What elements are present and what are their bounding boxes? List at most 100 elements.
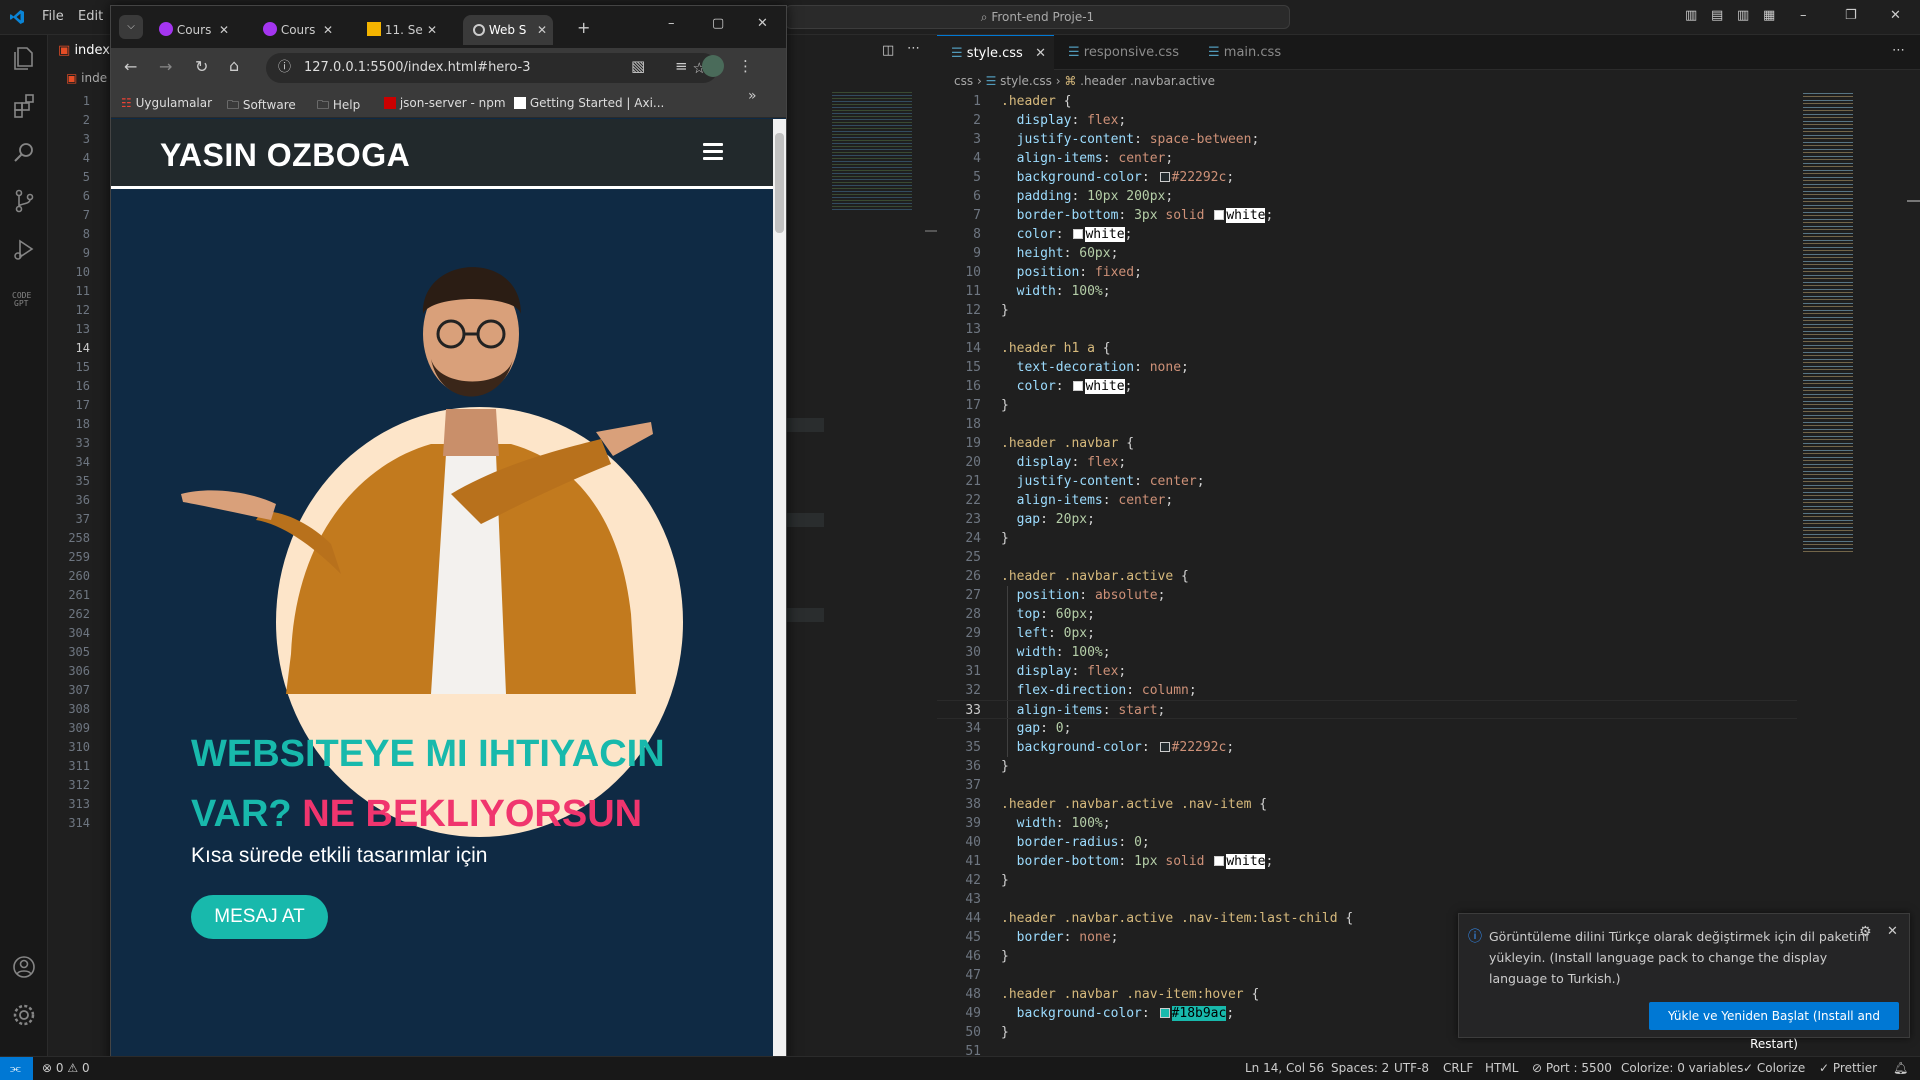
right-editor-minimap[interactable] [1797,92,1920,1056]
notification-settings-gear-icon[interactable]: ⚙ [1859,924,1872,940]
reading-list-icon[interactable]: ≡ [675,57,688,75]
settings-gear-icon[interactable] [10,1001,38,1029]
toggle-panel-icon[interactable]: ▤ [1711,8,1723,23]
hamburger-menu-icon[interactable] [703,143,723,161]
left-editor-tab[interactable]: ▣ index [58,43,110,58]
tab-close-icon[interactable]: ✕ [323,15,333,45]
reload-icon[interactable]: ↻ [195,57,208,76]
line-number: 308 [68,702,90,716]
color-swatch[interactable] [1073,229,1084,239]
site-info-icon[interactable]: ⓘ [278,53,291,83]
home-icon[interactable]: ⌂ [229,56,239,75]
language-mode[interactable]: HTML [1485,1057,1518,1079]
browser-tab-1[interactable]: Cours ✕ [149,15,235,45]
tab-close-icon[interactable]: ✕ [1035,36,1046,71]
tab-label: main.css [1223,45,1282,60]
search-icon[interactable] [10,139,38,167]
extensions-puzzle-icon[interactable]: ▧ [631,57,645,75]
color-swatch[interactable] [1159,172,1170,182]
more-actions-icon[interactable]: ⋯ [907,41,920,56]
problems-indicator[interactable]: ⊗ 0 ⚠ 0 [42,1057,90,1079]
new-tab-icon[interactable]: + [577,18,590,37]
colorize-variables[interactable]: Colorize: 0 variables [1621,1057,1743,1079]
site-logo[interactable]: YASIN OZBOGA [160,137,410,174]
codegpt-icon[interactable]: CODEGPT [10,283,38,311]
browser-tab-2[interactable]: Cours ✕ [253,15,339,45]
back-icon[interactable]: ← [124,57,137,76]
message-button[interactable]: MESAJ AT [191,895,328,939]
minimize-icon[interactable]: – [668,16,675,31]
tab-responsive-css[interactable]: ☰ responsive.css [1054,35,1194,70]
minimize-icon[interactable]: – [1800,8,1807,23]
bookmark-help[interactable]: 🗀 Help [317,96,360,117]
close-icon[interactable]: ✕ [1890,8,1901,23]
tab-search-chevron-icon[interactable]: ⌵ [119,15,143,39]
close-icon[interactable]: ✕ [757,16,768,31]
explorer-icon[interactable] [10,43,38,71]
line-number: 16 [75,379,90,393]
menu-edit[interactable]: Edit [78,9,103,24]
profile-avatar[interactable] [702,55,724,77]
color-swatch[interactable] [1159,1008,1170,1018]
indentation[interactable]: Spaces: 2 [1331,1057,1389,1079]
restore-icon[interactable]: ❐ [1845,8,1857,23]
install-restart-button[interactable]: Yükle ve Yeniden Başlat (Install and Res… [1649,1002,1899,1051]
breadcrumb-file[interactable]: style.css [1000,74,1052,88]
maximize-icon[interactable]: ▢ [712,16,724,31]
breadcrumb-symbol[interactable]: .header .navbar.active [1080,74,1215,88]
tab-main-css[interactable]: ☰ main.css [1194,35,1304,70]
menu-kebab-icon[interactable]: ⋮ [738,57,753,75]
code-line: 8 color: white; [973,227,1133,242]
prettier-status[interactable]: ✓ Prettier [1819,1057,1877,1079]
split-editor-icon[interactable]: ◫ [882,43,894,58]
line-number: 304 [68,626,90,640]
notifications-bell-icon[interactable]: 🔔︎ [1893,1057,1908,1079]
command-center-label: Front-end Proje-1 [991,10,1095,24]
tab-close-icon[interactable]: ✕ [537,15,547,45]
webpage-viewport: YASIN OZBOGA WEBSITEYE MI IHTIYACIN VAR? [111,119,773,1076]
line-ending[interactable]: CRLF [1443,1057,1473,1079]
command-center[interactable]: ⌕ Front-end Proje-1 [785,5,1290,29]
more-actions-icon[interactable]: ⋯ [1892,43,1905,58]
encoding[interactable]: UTF-8 [1394,1057,1429,1079]
bookmark-axios[interactable]: Getting Started | Axi... [514,96,664,110]
tab-style-css[interactable]: ☰ style.css ✕ [937,35,1054,70]
browser-tab-3[interactable]: 11. Se ✕ [357,15,443,45]
breadcrumb-folder[interactable]: css [954,74,973,88]
color-swatch[interactable] [1214,856,1225,866]
scroll-indicator [1907,200,1920,202]
left-editor-breadcrumb[interactable]: ▣ inde [66,71,107,85]
source-control-icon[interactable] [10,187,38,215]
check-icon: ✓ [1743,1061,1754,1075]
run-debug-icon[interactable] [10,235,38,263]
remote-indicator[interactable]: ⫘ [0,1057,33,1080]
extensions-icon[interactable] [10,91,38,119]
toggle-secondary-sidebar-icon[interactable]: ▥ [1737,8,1749,23]
browser-tab-strip: ⌵ Cours ✕ Cours ✕ 11. Se ✕ Web S ✕ + – ▢… [111,6,786,48]
accounts-icon[interactable] [10,953,38,981]
forward-icon[interactable]: → [159,57,172,76]
customize-layout-icon[interactable]: ▦ [1763,8,1775,23]
live-server-port[interactable]: ⊘ Port : 5500 [1532,1057,1612,1079]
page-scrollbar[interactable] [773,119,786,1076]
tab-close-icon[interactable]: ✕ [219,15,229,45]
scrollbar-thumb[interactable] [775,133,784,233]
color-swatch[interactable] [1073,381,1084,391]
color-swatch[interactable] [1214,210,1225,220]
color-swatch[interactable] [1159,742,1170,752]
colorize-toggle[interactable]: ✓ Colorize [1743,1057,1805,1079]
tab-close-icon[interactable]: ✕ [427,15,437,45]
code-editor[interactable]: 1 .header { 2 display: flex; 3 justify-co… [937,92,1797,1059]
code-line: 27 position: absolute; [965,588,1166,603]
more-bookmarks-icon[interactable]: » [748,88,757,104]
line-number: 309 [68,721,90,735]
cursor-position[interactable]: Ln 14, Col 56 [1245,1057,1324,1079]
address-bar[interactable]: ⓘ 127.0.0.1:5500/index.html#hero-3 ☆ [266,53,718,83]
bookmark-json-server[interactable]: json-server - npm [384,96,506,110]
bookmark-software[interactable]: 🗀 Software [227,96,296,117]
menu-file[interactable]: File [42,9,64,24]
toggle-sidebar-icon[interactable]: ▥ [1685,8,1697,23]
notification-close-icon[interactable]: ✕ [1887,924,1898,939]
bookmark-apps[interactable]: ☷ Uygulamalar [121,96,212,110]
browser-tab-active[interactable]: Web S ✕ [463,15,553,45]
